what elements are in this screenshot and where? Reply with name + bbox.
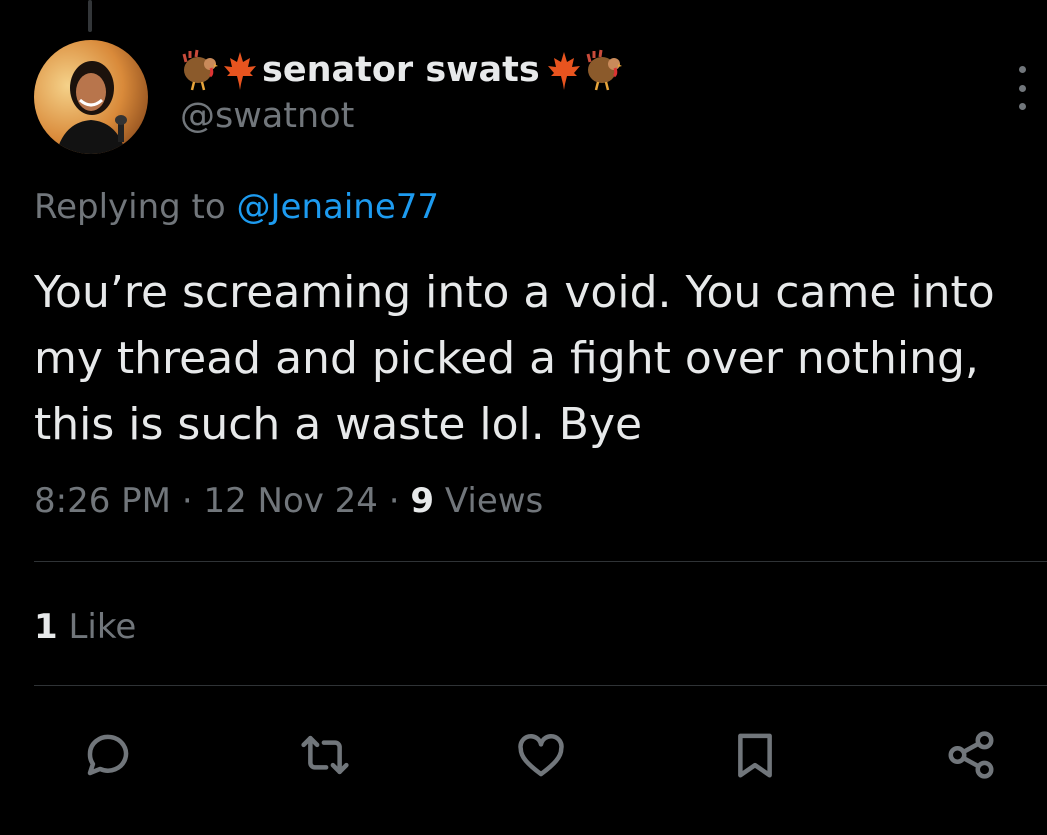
user-handle[interactable]: @swatnot bbox=[180, 94, 624, 138]
tweet-author[interactable]: senator swats @swatnot bbox=[180, 46, 624, 138]
more-dot-icon bbox=[1018, 84, 1026, 92]
tweet-time[interactable]: 8:26 PM bbox=[34, 481, 171, 521]
meta-separator: · bbox=[181, 481, 193, 521]
likes-count: 1 bbox=[34, 607, 58, 647]
reply-icon bbox=[87, 734, 129, 776]
like-icon bbox=[518, 734, 564, 777]
meta-separator: · bbox=[388, 481, 400, 521]
more-dot-icon bbox=[1018, 66, 1026, 73]
display-name-row[interactable]: senator swats bbox=[180, 46, 624, 94]
views-count: 9 bbox=[410, 481, 435, 521]
retweet-icon bbox=[301, 735, 349, 775]
divider bbox=[34, 685, 1047, 686]
tweet-date[interactable]: 12 Nov 24 bbox=[203, 481, 378, 521]
share-button[interactable] bbox=[938, 722, 1004, 788]
likes-summary[interactable]: 1 Like bbox=[34, 604, 136, 650]
turkey-emoji bbox=[180, 46, 220, 94]
replying-to-label: Replying to bbox=[34, 187, 226, 227]
divider bbox=[34, 561, 1047, 562]
more-dot-icon bbox=[1018, 103, 1026, 110]
reply-button[interactable] bbox=[75, 722, 141, 788]
more-options-button[interactable] bbox=[1004, 66, 1040, 110]
bookmark-button[interactable] bbox=[722, 722, 788, 788]
retweet-button[interactable] bbox=[292, 722, 358, 788]
turkey-emoji bbox=[584, 46, 624, 94]
thread-connector-line bbox=[88, 0, 92, 32]
views-label: Views bbox=[444, 481, 544, 521]
tweet-text: You’re screaming into a void. You came i… bbox=[34, 267, 995, 450]
display-name[interactable]: senator swats bbox=[260, 46, 544, 94]
share-icon bbox=[948, 731, 994, 779]
maple-leaf-emoji bbox=[220, 46, 260, 94]
maple-leaf-emoji bbox=[544, 46, 584, 94]
replying-to: Replying to @Jenaine77 bbox=[34, 184, 439, 230]
bookmark-icon bbox=[738, 733, 772, 778]
likes-label: Like bbox=[68, 607, 137, 647]
replying-to-handle-link[interactable]: @Jenaine77 bbox=[237, 187, 440, 227]
avatar-image bbox=[34, 40, 148, 154]
avatar[interactable] bbox=[34, 40, 148, 154]
tweet-meta: 8:26 PM · 12 Nov 24 · 9 Views bbox=[34, 478, 543, 524]
like-button[interactable] bbox=[508, 722, 574, 788]
tweet-actions-bar bbox=[0, 722, 1047, 788]
